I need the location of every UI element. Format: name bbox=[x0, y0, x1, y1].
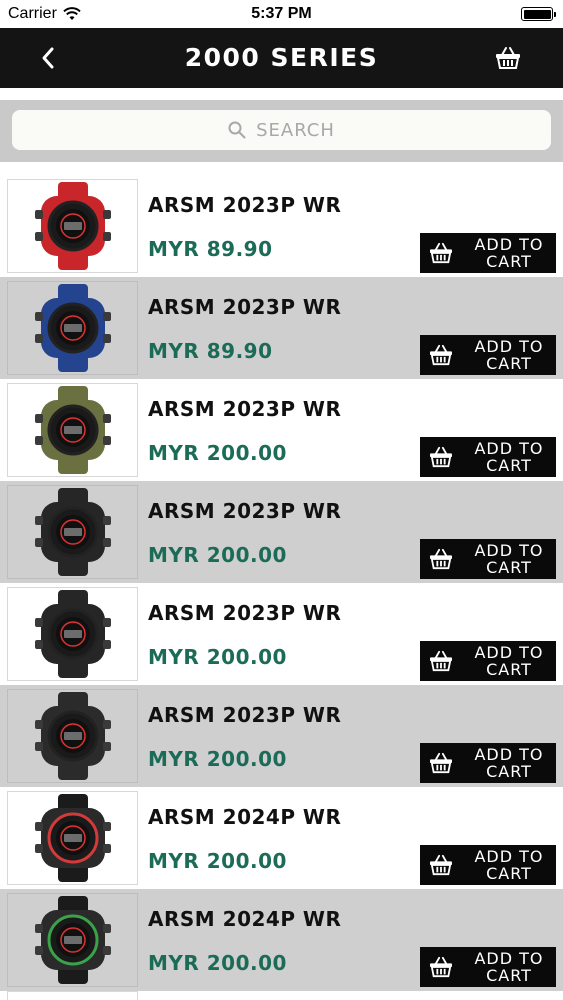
watch-image bbox=[34, 896, 111, 984]
add-to-cart-label: ADD TO CART bbox=[474, 643, 544, 679]
watch-image bbox=[34, 692, 111, 780]
add-to-cart-button[interactable]: ADD TO CART bbox=[420, 539, 556, 579]
add-to-cart-label: ADD TO CART bbox=[474, 235, 544, 271]
product-image[interactable] bbox=[7, 689, 138, 783]
product-price: MYR 200.00 bbox=[148, 747, 287, 771]
product-price: MYR 200.00 bbox=[148, 543, 287, 567]
product-image[interactable] bbox=[7, 383, 138, 477]
basket-icon bbox=[420, 845, 462, 885]
product-name: ARSM 2023P WR bbox=[148, 397, 342, 421]
add-to-cart-label: ADD TO CART bbox=[474, 745, 544, 781]
product-image[interactable] bbox=[7, 893, 138, 987]
product-item[interactable]: ARSM 2023P WR MYR 89.90 ADD TO CART bbox=[0, 175, 563, 277]
product-price: MYR 200.00 bbox=[148, 441, 287, 465]
add-to-cart-label: ADD TO CART bbox=[474, 439, 544, 475]
list-item-partial bbox=[0, 991, 563, 1000]
page-title: 2000 SERIES bbox=[184, 43, 379, 72]
watch-image bbox=[34, 284, 111, 372]
product-name: ARSM 2023P WR bbox=[148, 601, 342, 625]
product-item[interactable]: ARSM 2023P WR MYR 200.00 ADD TO CART bbox=[0, 685, 563, 787]
basket-icon bbox=[420, 539, 462, 579]
product-name: ARSM 2023P WR bbox=[148, 499, 342, 523]
product-item[interactable]: ARSM 2023P WR MYR 89.90 ADD TO CART bbox=[0, 277, 563, 379]
product-image[interactable] bbox=[7, 587, 138, 681]
add-to-cart-button[interactable]: ADD TO CART bbox=[420, 743, 556, 783]
product-price: MYR 89.90 bbox=[148, 237, 273, 261]
add-to-cart-label: ADD TO CART bbox=[474, 949, 544, 985]
add-to-cart-label: ADD TO CART bbox=[474, 337, 544, 373]
add-to-cart-button[interactable]: ADD TO CART bbox=[420, 335, 556, 375]
product-item[interactable]: ARSM 2023P WR MYR 200.00 ADD TO CART bbox=[0, 379, 563, 481]
product-item[interactable]: ARSM 2024P WR MYR 200.00 ADD TO CART bbox=[0, 787, 563, 889]
add-to-cart-button[interactable]: ADD TO CART bbox=[420, 845, 556, 885]
add-to-cart-button[interactable]: ADD TO CART bbox=[420, 233, 556, 273]
watch-image bbox=[34, 386, 111, 474]
basket-icon bbox=[496, 47, 520, 69]
cart-button[interactable] bbox=[491, 41, 525, 75]
product-name: ARSM 2024P WR bbox=[148, 805, 342, 829]
product-image[interactable] bbox=[7, 791, 138, 885]
product-name: ARSM 2023P WR bbox=[148, 703, 342, 727]
product-list: ARSM 2023P WR MYR 89.90 ADD TO CART ARSM… bbox=[0, 175, 563, 991]
search-input[interactable]: SEARCH bbox=[12, 110, 551, 150]
add-to-cart-label: ADD TO CART bbox=[474, 541, 544, 577]
product-image[interactable] bbox=[7, 281, 138, 375]
basket-icon bbox=[420, 437, 462, 477]
add-to-cart-button[interactable]: ADD TO CART bbox=[420, 437, 556, 477]
product-image[interactable] bbox=[7, 485, 138, 579]
product-name: ARSM 2023P WR bbox=[148, 193, 342, 217]
product-name: ARSM 2023P WR bbox=[148, 295, 342, 319]
search-icon bbox=[228, 121, 246, 139]
status-time: 5:37 PM bbox=[251, 5, 312, 22]
product-price: MYR 89.90 bbox=[148, 339, 273, 363]
product-item[interactable]: ARSM 2023P WR MYR 200.00 ADD TO CART bbox=[0, 481, 563, 583]
basket-icon bbox=[420, 947, 462, 987]
search-bar-container: SEARCH bbox=[0, 100, 563, 162]
basket-icon bbox=[420, 233, 462, 273]
product-name: ARSM 2024P WR bbox=[148, 907, 342, 931]
product-price: MYR 200.00 bbox=[148, 645, 287, 669]
basket-icon bbox=[420, 743, 462, 783]
product-price: MYR 200.00 bbox=[148, 951, 287, 975]
watch-image bbox=[34, 794, 111, 882]
add-to-cart-label: ADD TO CART bbox=[474, 847, 544, 883]
basket-icon bbox=[420, 641, 462, 681]
watch-image bbox=[34, 590, 111, 678]
search-placeholder: SEARCH bbox=[256, 119, 335, 141]
navigation-bar: 2000 SERIES bbox=[0, 28, 563, 88]
battery-icon bbox=[521, 7, 556, 21]
product-item[interactable]: ARSM 2023P WR MYR 200.00 ADD TO CART bbox=[0, 583, 563, 685]
status-bar: Carrier 5:37 PM bbox=[0, 0, 563, 28]
product-price: MYR 200.00 bbox=[148, 849, 287, 873]
product-item[interactable]: ARSM 2024P WR MYR 200.00 ADD TO CART bbox=[0, 889, 563, 991]
watch-image bbox=[34, 182, 111, 270]
watch-image bbox=[34, 488, 111, 576]
product-image bbox=[7, 991, 138, 1000]
add-to-cart-button[interactable]: ADD TO CART bbox=[420, 641, 556, 681]
basket-icon bbox=[420, 335, 462, 375]
product-image[interactable] bbox=[7, 179, 138, 273]
add-to-cart-button[interactable]: ADD TO CART bbox=[420, 947, 556, 987]
